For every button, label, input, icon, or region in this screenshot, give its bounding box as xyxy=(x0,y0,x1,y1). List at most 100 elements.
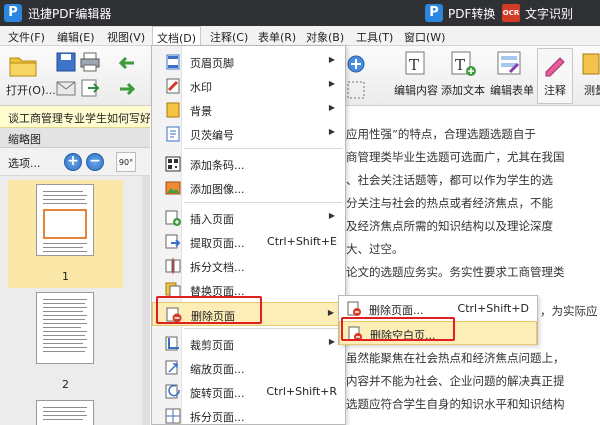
menu-edit[interactable]: 编辑(E) xyxy=(57,29,95,45)
menu-item-watermark[interactable]: 水印 ▶ xyxy=(152,74,345,98)
menu-item-label: 拆分页面... xyxy=(190,411,245,424)
page-thumbnail-2[interactable] xyxy=(36,292,94,364)
submenu-arrow-icon: ▶ xyxy=(328,211,335,220)
document-tab-strip: 谈工商管理专业学生如何写好毕 xyxy=(0,106,162,128)
scale-pages-icon xyxy=(165,360,178,375)
menu-item-label: 裁剪页面 xyxy=(190,339,234,352)
document-text-line: 及经济焦点所需的知识结构以及理论深度 xyxy=(346,219,553,233)
thumbnail-panel-title: 缩略图 xyxy=(8,133,41,146)
submenu-item-shortcut: Ctrl+Shift+D xyxy=(457,302,529,315)
document-text-line: 内容并不能为社会、企业问题的解决真正提 xyxy=(346,374,565,388)
measure-button[interactable]: 测量 xyxy=(584,82,600,98)
menu-tools[interactable]: 工具(T) xyxy=(356,29,393,45)
bates-number-icon xyxy=(166,126,180,142)
barcode-icon xyxy=(165,156,181,172)
document-text-line: 大、过空。 xyxy=(346,242,404,256)
menu-document[interactable]: 文档(D) xyxy=(152,26,202,46)
measure-icon[interactable] xyxy=(580,50,600,78)
split-pages-icon xyxy=(165,408,181,424)
document-text-line: 论文的选题应务实。务实性要求工商管理类 xyxy=(346,265,565,279)
document-text-line: 、社会关注话题等，都可以作为学生的选 xyxy=(346,173,553,187)
menu-item-header-footer[interactable]: 页眉页脚 ▶ xyxy=(152,50,345,74)
svg-text:T: T xyxy=(455,56,465,74)
edit-form-button[interactable]: 编辑表单 xyxy=(490,82,534,98)
document-text-line: 分关注与社会的热点或者经济焦点，不能 xyxy=(346,196,553,210)
menu-window[interactable]: 窗口(W) xyxy=(404,29,445,45)
menu-item-rotate-pages[interactable]: 旋转页面... Ctrl+Shift+R xyxy=(152,380,345,404)
crop-pages-icon xyxy=(165,336,179,351)
open-button[interactable]: 打开(O)... xyxy=(6,82,56,98)
ocr-button[interactable]: 文字识别 xyxy=(525,5,573,22)
title-bar: P 迅捷PDF编辑器 P PDF转换 OCR 文字识别 xyxy=(0,0,600,26)
menu-item-label: 背景 xyxy=(190,105,212,118)
insert-page-icon xyxy=(165,210,181,226)
background-icon xyxy=(166,102,180,118)
thumbnail-options-button[interactable]: 选项... xyxy=(8,155,41,171)
open-folder-icon[interactable] xyxy=(8,52,38,78)
thumbnail-panel: 缩略图 选项... + − 90° 1 2 xyxy=(0,128,150,425)
menu-item-label: 添加条码... xyxy=(190,159,245,172)
annotation-box-delete-blank-pages xyxy=(341,317,455,341)
annotate-button[interactable]: 注释 xyxy=(544,82,566,98)
edit-content-icon[interactable]: T xyxy=(400,50,430,78)
thumbnail-selection-box xyxy=(43,209,87,239)
menu-item-shortcut: Ctrl+Shift+E xyxy=(267,235,337,248)
thumbnail-panel-header: 缩略图 xyxy=(0,128,150,148)
print-icon[interactable] xyxy=(80,52,100,72)
edit-form-icon[interactable] xyxy=(494,50,524,78)
document-menu-dropdown: 页眉页脚 ▶ 水印 ▶ 背景 ▶ 贝茨编号 ▶ 添加条码... 添加图像... … xyxy=(151,45,346,425)
save-icon[interactable] xyxy=(56,52,76,72)
menu-bar: 文件(F) 编辑(E) 视图(V) 文档(D) 注释(C) 表单(R) 对象(B… xyxy=(0,26,600,46)
menu-item-scale-pages[interactable]: 缩放页面... xyxy=(152,356,345,380)
add-text-button[interactable]: 添加文本 xyxy=(441,82,485,98)
watermark-icon xyxy=(166,78,180,94)
thumbnail-toolbar: 选项... + − 90° xyxy=(0,148,150,176)
menu-form[interactable]: 表单(R) xyxy=(258,29,296,45)
submenu-item-label: 删除页面... xyxy=(369,304,424,317)
app-title: 迅捷PDF编辑器 xyxy=(28,7,112,21)
document-text-line: 应用性强”的特点，合理选题选题自于 xyxy=(346,127,536,141)
rotate-icon[interactable]: 90° xyxy=(116,152,136,172)
menu-file[interactable]: 文件(F) xyxy=(8,29,45,45)
menu-item-label: 提取页面... xyxy=(190,237,245,250)
menu-item-label: 添加图像... xyxy=(190,183,245,196)
ocr-icon[interactable]: OCR xyxy=(502,4,520,22)
split-document-icon xyxy=(165,258,181,274)
menu-item-split-pages[interactable]: 拆分页面... xyxy=(152,404,345,424)
menu-object[interactable]: 对象(B) xyxy=(306,29,344,45)
document-text-line: ，为实际应 xyxy=(540,304,598,318)
page-thumbnail-3[interactable] xyxy=(36,400,94,425)
email-icon[interactable] xyxy=(56,78,76,98)
edit-content-button[interactable]: 编辑内容 xyxy=(394,82,438,98)
select-tool-icon[interactable] xyxy=(346,80,366,100)
document-text-line: 虽然能聚焦在社会热点和经济焦点问题上， xyxy=(346,351,565,365)
submenu-arrow-icon: ▶ xyxy=(328,127,335,136)
document-tab[interactable]: 谈工商管理专业学生如何写好毕 xyxy=(8,110,162,126)
menu-item-insert-page[interactable]: 插入页面 ▶ xyxy=(152,206,345,230)
menu-item-background[interactable]: 背景 ▶ xyxy=(152,98,345,122)
export-icon[interactable] xyxy=(80,78,100,98)
menu-item-add-barcode[interactable]: 添加条码... xyxy=(152,152,345,176)
menu-item-crop-pages[interactable]: 裁剪页面 ▶ xyxy=(152,332,345,356)
back-arrow-icon[interactable] xyxy=(118,54,136,72)
menu-item-extract-pages[interactable]: 提取页面... Ctrl+Shift+E xyxy=(152,230,345,254)
menu-view[interactable]: 视图(V) xyxy=(107,29,145,45)
annotate-icon[interactable] xyxy=(542,50,568,78)
submenu-arrow-icon: ▶ xyxy=(328,103,335,112)
add-text-icon[interactable]: T xyxy=(448,50,478,78)
thumbnail-list: 1 2 xyxy=(0,176,142,425)
menu-item-split-document[interactable]: 拆分文档... xyxy=(152,254,345,278)
delete-pages-icon xyxy=(347,301,361,316)
menu-item-bates-number[interactable]: 贝茨编号 ▶ xyxy=(152,122,345,146)
zoom-in-icon[interactable] xyxy=(346,54,366,74)
pdf-convert-icon[interactable]: P xyxy=(425,4,443,22)
submenu-arrow-icon: ▶ xyxy=(328,79,335,88)
menu-comment[interactable]: 注释(C) xyxy=(210,29,248,45)
pdf-convert-button[interactable]: PDF转换 xyxy=(448,5,495,22)
thumbnail-zoom-out-button[interactable]: − xyxy=(86,153,104,171)
thumbnail-scrollbar[interactable] xyxy=(142,176,150,425)
menu-item-add-image[interactable]: 添加图像... xyxy=(152,176,345,200)
forward-arrow-icon[interactable] xyxy=(118,80,136,98)
page-thumbnail-1[interactable] xyxy=(36,184,94,256)
thumbnail-zoom-in-button[interactable]: + xyxy=(64,153,82,171)
